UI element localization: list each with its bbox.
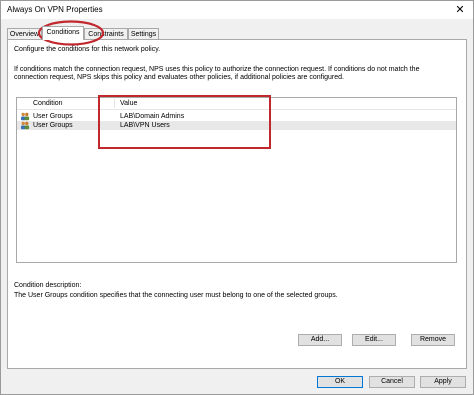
properties-window: Always On VPN Properties ✕ Overview Cond… bbox=[0, 0, 474, 395]
tab-settings[interactable]: Settings bbox=[128, 28, 159, 39]
column-header-value[interactable]: Value bbox=[120, 100, 137, 107]
list-item[interactable]: User Groups LAB\Domain Admins bbox=[17, 112, 456, 121]
tab-constraints[interactable]: Constraints bbox=[84, 28, 128, 39]
remove-button[interactable]: Remove bbox=[411, 334, 455, 346]
help-text-line-1: If conditions match the connection reque… bbox=[14, 66, 420, 73]
value-cell: LAB\Domain Admins bbox=[120, 113, 185, 120]
conditions-panel: Configure the conditions for this networ… bbox=[7, 39, 467, 369]
column-divider[interactable] bbox=[114, 99, 115, 108]
cancel-button[interactable]: Cancel bbox=[369, 376, 415, 388]
user-group-icon bbox=[21, 112, 30, 121]
close-icon[interactable]: ✕ bbox=[453, 3, 467, 17]
description-label: Condition description: bbox=[14, 282, 82, 289]
window-title: Always On VPN Properties bbox=[7, 5, 103, 14]
apply-button[interactable]: Apply bbox=[420, 376, 466, 388]
list-header: Condition Value bbox=[17, 98, 456, 110]
list-item[interactable]: User Groups LAB\VPN Users bbox=[17, 121, 456, 130]
add-button[interactable]: Add... bbox=[298, 334, 342, 346]
condition-cell: User Groups bbox=[33, 113, 73, 120]
condition-cell: User Groups bbox=[33, 122, 73, 129]
edit-button[interactable]: Edit... bbox=[352, 334, 396, 346]
column-header-condition[interactable]: Condition bbox=[33, 100, 63, 107]
conditions-list[interactable]: Condition Value User Groups LAB\Domain A… bbox=[16, 97, 457, 263]
value-cell: LAB\VPN Users bbox=[120, 122, 170, 129]
description-text: The User Groups condition specifies that… bbox=[14, 292, 338, 299]
help-text-line-2: connection request, NPS skips this polic… bbox=[14, 74, 344, 81]
tab-conditions[interactable]: Conditions bbox=[42, 26, 84, 40]
ok-button[interactable]: OK bbox=[317, 376, 363, 388]
intro-text: Configure the conditions for this networ… bbox=[14, 46, 161, 53]
tab-overview[interactable]: Overview bbox=[7, 28, 42, 39]
title-bar: Always On VPN Properties ✕ bbox=[1, 1, 473, 19]
user-group-icon bbox=[21, 121, 30, 130]
